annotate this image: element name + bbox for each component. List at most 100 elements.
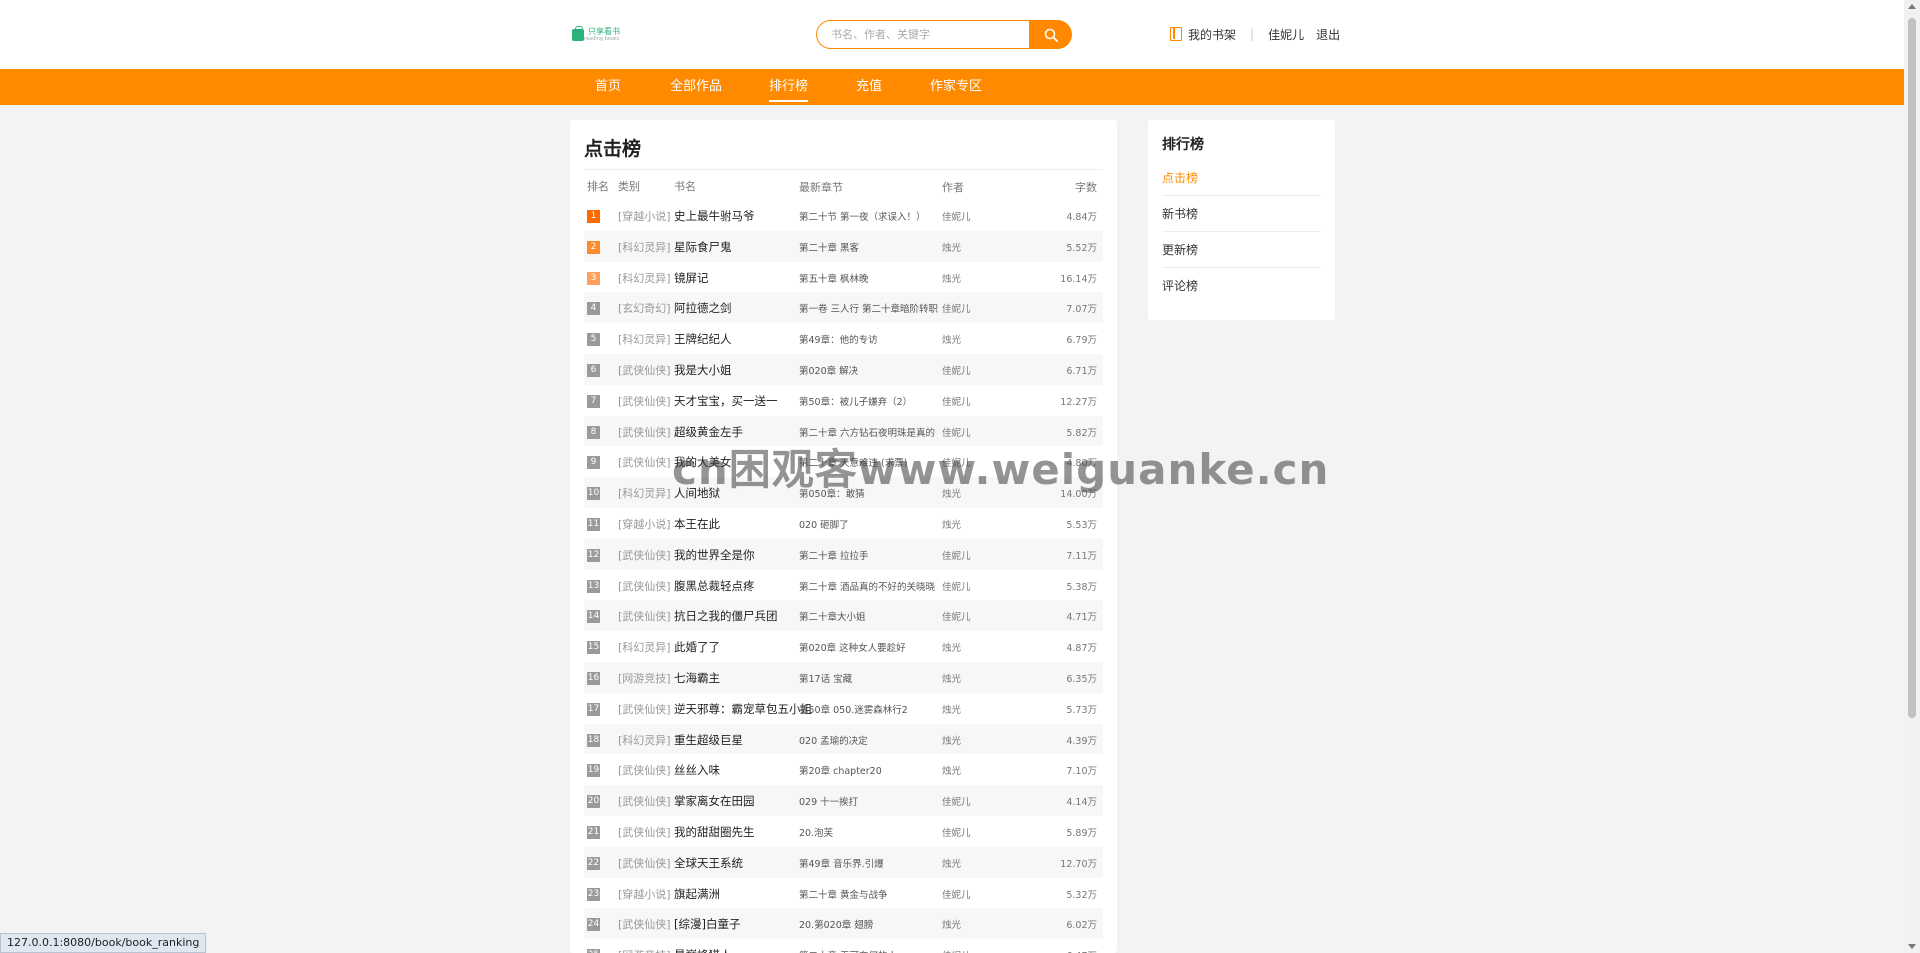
latest-chapter-link[interactable]: 第17话 宝藏	[799, 671, 964, 685]
latest-chapter-link[interactable]: 第49章：他的专访	[799, 332, 964, 346]
category-link[interactable]: [科幻灵异]	[618, 639, 673, 655]
author-cell: 烛光	[942, 335, 962, 347]
latest-chapter-link[interactable]: 第二十章 酒品真的不好的关晓晓	[799, 579, 964, 593]
word-count-cell: 5.38万	[1066, 581, 1097, 593]
sidebar-item-click-rank[interactable]: 点击榜	[1162, 160, 1321, 196]
scroll-thumb[interactable]	[1908, 18, 1916, 718]
rank-cell: 14	[587, 608, 617, 624]
latest-chapter-link[interactable]: 第二十节 第一夜（求误入！）	[799, 209, 964, 223]
rank-cell: 2	[587, 239, 617, 254]
rank-badge: 4	[587, 302, 600, 316]
category-link[interactable]: [网游竞技]	[618, 670, 673, 686]
latest-chapter-link[interactable]: 第二十章 天意难违 (求票)	[799, 455, 964, 469]
search-button[interactable]	[1029, 20, 1072, 49]
latest-chapter-link[interactable]: 第20章 chapter20	[799, 763, 964, 777]
latest-chapter-link[interactable]: 20.第020章 翅膀	[799, 917, 964, 931]
divider: |	[1250, 27, 1255, 41]
latest-chapter-link[interactable]: 第50章 050.迷雾森林行2	[799, 702, 964, 716]
word-count-cell: 6.47万	[1037, 948, 1097, 953]
category-link[interactable]: [武侠仙侠]	[618, 701, 673, 717]
category-link[interactable]: [武侠仙侠]	[618, 762, 673, 778]
sidebar-item-new-books[interactable]: 新书榜	[1162, 196, 1321, 232]
category-link[interactable]: [穿越小说]	[618, 886, 673, 902]
user-area: 我的书架 | 佳妮儿 退出	[1170, 25, 1340, 43]
bookshelf-icon	[1170, 27, 1182, 41]
latest-chapter-link[interactable]: 020 孟瑜的决定	[799, 733, 964, 747]
latest-chapter-link[interactable]: 第49章 音乐界.引爆	[799, 856, 964, 870]
bookshelf-link[interactable]: 我的书架	[1188, 26, 1236, 43]
author-cell: 佳妮儿	[942, 396, 971, 408]
sidebar-item-comments[interactable]: 评论榜	[1162, 268, 1321, 304]
logout-link[interactable]: 退出	[1316, 26, 1340, 43]
latest-chapter-link[interactable]: 第二十章 六方钻石夜明珠是真的	[799, 425, 964, 439]
category-link[interactable]: [武侠仙侠]	[618, 578, 673, 594]
latest-chapter-link[interactable]: 020 砸脚了	[799, 517, 964, 531]
latest-chapter-link[interactable]: 第五十章 枫林晚	[799, 271, 964, 285]
rank-cell: 18	[587, 732, 617, 747]
category-link[interactable]: [武侠仙侠]	[618, 916, 673, 932]
latest-chapter-link[interactable]: 第020章 这种女人要趁好	[799, 640, 964, 654]
rank-badge: 17	[587, 702, 600, 716]
category-link[interactable]: [穿越小说]	[618, 516, 673, 532]
rank-badge: 7	[587, 394, 600, 408]
category-link[interactable]: [网游竞技]	[618, 947, 673, 953]
latest-chapter-link[interactable]: 第050章：敢猜	[799, 486, 964, 500]
category-link[interactable]: [武侠仙侠]	[618, 855, 673, 871]
latest-chapter-link[interactable]: 20.泡芙	[799, 825, 964, 839]
category-link[interactable]: [武侠仙侠]	[618, 362, 673, 378]
rank-cell: 12	[587, 547, 617, 562]
nav-all-works[interactable]: 全部作品	[670, 69, 722, 105]
table-row: 5 [科幻灵异] 王牌纪纪人 第49章：他的专访 烛光 6.79万	[584, 323, 1103, 354]
category-link[interactable]: [武侠仙侠]	[618, 424, 673, 440]
category-link[interactable]: [武侠仙侠]	[618, 608, 673, 624]
author-cell: 佳妮儿	[942, 304, 971, 316]
latest-chapter-link[interactable]: 第二十章 黄金与战争	[799, 887, 964, 901]
author-cell: 烛光	[942, 242, 962, 254]
sidebar-item-updates[interactable]: 更新榜	[1162, 232, 1321, 268]
search-box	[816, 20, 1072, 49]
latest-chapter-link[interactable]: 第二十章大小姐	[799, 609, 964, 623]
page-scrollbar[interactable]	[1904, 0, 1920, 953]
latest-chapter-link[interactable]: 第020章 解决	[799, 363, 964, 377]
table-row: 9 [武侠仙侠] 我的大美女 第二十章 天意难违 (求票) 佳妮儿 4.80万	[584, 446, 1103, 477]
latest-chapter-link[interactable]: 第二十章 黑客	[799, 240, 964, 254]
category-link[interactable]: [穿越小说]	[618, 208, 673, 224]
latest-chapter-link[interactable]: 第二十章 无可奈何的人	[799, 948, 964, 953]
word-count-cell: 16.14万	[1060, 273, 1097, 285]
category-link[interactable]: [武侠仙侠]	[618, 547, 673, 563]
category-link[interactable]: [武侠仙侠]	[618, 824, 673, 840]
rank-badge: 9	[587, 456, 600, 470]
category-link[interactable]: [科幻灵异]	[618, 485, 673, 501]
rank-badge: 2	[587, 240, 600, 254]
word-count-cell: 6.02万	[1066, 920, 1097, 932]
category-link[interactable]: [科幻灵异]	[618, 331, 673, 347]
rank-badge: 13	[587, 579, 600, 593]
category-link[interactable]: [科幻灵异]	[618, 270, 673, 286]
author-cell: 烛光	[942, 920, 962, 932]
page-title: 点击榜	[584, 138, 642, 160]
site-logo[interactable]: 只享看书 reading books	[572, 26, 620, 43]
username-link[interactable]: 佳妮儿	[1268, 26, 1304, 43]
author-cell: 佳妮儿	[942, 797, 971, 809]
latest-chapter-link[interactable]: 第50章：被儿子嫌弃（2）	[799, 394, 964, 408]
category-link[interactable]: [武侠仙侠]	[618, 793, 673, 809]
word-count-cell: 5.82万	[1066, 427, 1097, 439]
category-link[interactable]: [科幻灵异]	[618, 239, 673, 255]
latest-chapter-link[interactable]: 第一卷 三人行 第二十章暗阶转职	[799, 301, 964, 315]
latest-chapter-link[interactable]: 第二十章 拉拉手	[799, 548, 964, 562]
rank-cell: 3	[587, 270, 617, 285]
scroll-up-icon[interactable]	[1908, 4, 1916, 9]
scroll-down-icon[interactable]	[1908, 944, 1916, 949]
author-cell: 佳妮儿	[942, 365, 971, 377]
latest-chapter-link[interactable]: 029 十一挨打	[799, 794, 964, 808]
nav-recharge[interactable]: 充值	[856, 69, 882, 105]
category-link[interactable]: [科幻灵异]	[618, 732, 673, 748]
category-link[interactable]: [玄幻奇幻]	[618, 300, 673, 316]
category-link[interactable]: [武侠仙侠]	[618, 393, 673, 409]
nav-home[interactable]: 首页	[595, 69, 621, 105]
main-nav: 首页 全部作品 排行榜 充值 作家专区	[0, 69, 1904, 105]
category-link[interactable]: [武侠仙侠]	[618, 454, 673, 470]
nav-author-zone[interactable]: 作家专区	[930, 69, 982, 105]
search-input[interactable]	[816, 20, 1030, 49]
nav-ranking[interactable]: 排行榜	[769, 69, 809, 105]
